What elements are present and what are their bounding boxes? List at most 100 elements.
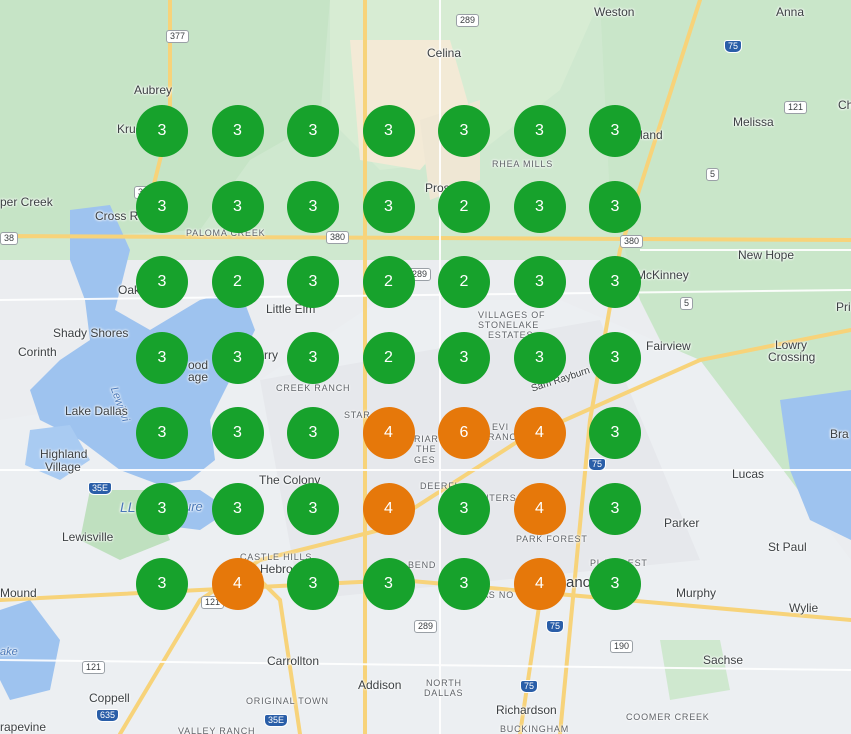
place-label: ano [566, 574, 592, 591]
rank-pin[interactable]: 3 [211, 482, 264, 535]
place-label: Shady Shores [53, 326, 129, 340]
place-label: land [640, 128, 663, 142]
rank-pin[interactable]: 3 [438, 482, 490, 535]
rank-pin[interactable]: 4 [362, 482, 415, 535]
place-label: LL [120, 499, 136, 515]
rank-pin[interactable]: 3 [287, 558, 339, 610]
rank-pin[interactable]: 3 [513, 105, 566, 157]
place-label: Melissa [733, 115, 774, 129]
place-label: Richardson [496, 703, 557, 717]
place-label: DALLAS [424, 688, 464, 698]
route-shield: 75 [546, 620, 565, 633]
place-label: RANC [488, 432, 517, 442]
route-shield: 121 [82, 661, 106, 674]
place-label: Fairview [646, 339, 691, 353]
rank-pin[interactable]: 3 [136, 180, 188, 233]
rank-pin[interactable]: 2 [438, 180, 490, 233]
rank-pin[interactable]: 3 [589, 407, 641, 459]
place-label: Highland [40, 447, 88, 461]
rank-pin[interactable]: 2 [362, 256, 415, 308]
rank-pin[interactable]: 3 [513, 180, 566, 233]
rank-pin[interactable]: 3 [136, 558, 188, 610]
place-label: McKinney [636, 268, 689, 282]
place-label: Bra [830, 427, 849, 441]
place-label: Weston [594, 5, 635, 19]
map-canvas[interactable]: Weston Anna Celina Aubrey Krug land Meli… [0, 0, 851, 734]
route-shield: 35E [88, 482, 113, 495]
place-label: St Paul [768, 540, 807, 554]
rank-pin[interactable]: 3 [136, 256, 188, 308]
rank-pin[interactable]: 3 [362, 180, 415, 233]
rank-pin[interactable]: 3 [513, 256, 566, 308]
rank-pin[interactable]: 3 [589, 105, 641, 157]
rank-pin[interactable]: 3 [438, 558, 490, 610]
rank-pin[interactable]: 3 [287, 256, 339, 308]
place-label: Murphy [676, 586, 717, 600]
route-shield: 75 [520, 680, 539, 693]
rank-pin[interactable]: 3 [136, 482, 188, 535]
route-shield: 635 [96, 709, 120, 722]
rank-pin[interactable]: 3 [287, 331, 339, 384]
rank-pin[interactable]: 3 [287, 407, 339, 459]
rank-pin[interactable]: 3 [211, 407, 264, 459]
route-shield: 289 [456, 14, 480, 27]
route-shield: 380 [326, 231, 350, 244]
rank-pin[interactable]: 3 [589, 558, 641, 610]
place-label: per Creek [0, 195, 53, 209]
rank-pin[interactable]: 3 [136, 105, 188, 157]
route-shield: 380 [620, 235, 644, 248]
place-label: Anna [776, 5, 805, 19]
rank-pin[interactable]: 3 [211, 105, 264, 157]
rank-pin[interactable]: 3 [211, 331, 264, 384]
rank-pin[interactable]: 3 [438, 331, 490, 384]
rank-pin[interactable]: 3 [589, 482, 641, 535]
rank-pin[interactable]: 3 [513, 331, 566, 384]
rank-pin[interactable]: 3 [136, 407, 188, 459]
rank-pin[interactable]: 2 [438, 256, 490, 308]
rank-pin[interactable]: 3 [362, 105, 415, 157]
route-shield: 5 [706, 168, 720, 181]
place-label: Carrollton [267, 654, 320, 668]
place-label: VALLEY RANCH [178, 726, 256, 734]
place-label: Corinth [18, 345, 57, 359]
place-label: Sachse [703, 653, 744, 667]
rank-pin[interactable]: 4 [513, 407, 566, 459]
place-label: age [188, 370, 209, 384]
place-label: Village [45, 460, 81, 474]
place-label: rapevine [0, 720, 47, 734]
rank-pin[interactable]: 3 [589, 180, 641, 233]
rank-pin[interactable]: 6 [438, 407, 490, 459]
rank-pin[interactable]: 3 [287, 482, 339, 535]
place-label: Pri [836, 300, 851, 314]
rank-pin[interactable]: 3 [287, 180, 339, 233]
place-label: RHEA MILLS [492, 159, 554, 169]
rank-pin[interactable]: 4 [362, 407, 415, 459]
place-label: New Hope [738, 248, 795, 262]
rank-pin[interactable]: 3 [287, 105, 339, 157]
route-shield: 75 [724, 40, 743, 53]
place-label: Ch [838, 98, 851, 112]
route-shield: 75 [588, 458, 607, 471]
place-label: Mound [0, 586, 37, 600]
place-label: Celina [427, 46, 462, 60]
rank-pin[interactable]: 4 [211, 558, 264, 610]
place-label: Addison [358, 678, 402, 692]
rank-pin[interactable]: 3 [589, 256, 641, 308]
place-label: ORIGINAL TOWN [246, 696, 329, 706]
place-label: GES [414, 455, 436, 465]
rank-pin[interactable]: 4 [513, 558, 566, 610]
rank-pin[interactable]: 3 [589, 331, 641, 384]
rank-pin[interactable]: 4 [513, 482, 566, 535]
rank-pin[interactable]: 3 [136, 331, 188, 384]
rank-pin[interactable]: 2 [362, 331, 415, 384]
rank-pin[interactable]: 3 [211, 180, 264, 233]
place-label: Coppell [89, 691, 130, 705]
rank-pin[interactable]: 3 [362, 558, 415, 610]
place-label: BUCKINGHAM [500, 724, 570, 734]
route-shield: 377 [166, 30, 190, 43]
place-label: rry [264, 348, 278, 362]
rank-pin[interactable]: 2 [211, 256, 264, 308]
place-label: PARK FOREST [516, 534, 588, 544]
rank-pin[interactable]: 3 [438, 105, 490, 157]
place-label: Crossing [768, 350, 816, 364]
